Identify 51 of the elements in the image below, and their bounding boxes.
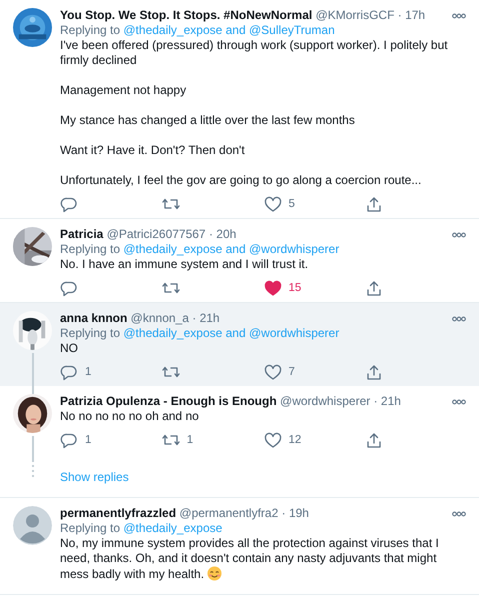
tweet-header: Patrizia Opulenza - Enough is Enough @wordwhisperer · 21h <box>60 394 402 409</box>
show-replies-link[interactable]: Show replies <box>60 470 129 485</box>
mention-link[interactable]: @thedaily_expose <box>123 242 222 256</box>
mention-link[interactable]: @thedaily_expose <box>123 326 222 340</box>
heart-icon[interactable] <box>264 196 282 212</box>
person-icon[interactable] <box>13 506 52 545</box>
heart-count: 5 <box>288 196 295 212</box>
replying-to-line: Replying to @thedaily_expose and @SulleyTruman <box>60 23 336 38</box>
share-icon[interactable] <box>365 196 384 212</box>
reply-icon[interactable] <box>60 280 78 296</box>
mention-link[interactable]: @wordwhisperer <box>249 326 340 340</box>
reply-icon[interactable] <box>60 196 78 212</box>
tweet-text: No. I have an immune system and I will trust it. <box>60 257 310 272</box>
tweet-text: No no no no no oh and no <box>60 409 200 424</box>
tweet-header: Patricia @Patrici26077567 · 20h <box>60 227 238 242</box>
mention-link[interactable]: @thedaily_expose <box>123 23 222 37</box>
share-icon[interactable] <box>365 280 384 296</box>
tweet-text: Unfortunately, I feel the gov are going to go along a coercion route... <box>60 173 422 188</box>
tweet-text: Management not happy <box>60 83 188 98</box>
mention-link[interactable]: @thedaily_expose <box>123 521 222 535</box>
tweet-header: anna knnon @knnon_a · 21h <box>60 311 221 326</box>
tweet-text: NO <box>60 341 79 356</box>
reply-icon[interactable] <box>60 432 78 448</box>
tweet-text: I've been offered (pressured) through work (support worker). I politely but firmly declined <box>60 38 449 68</box>
more-icon[interactable] <box>452 232 466 238</box>
replying-to-line: Replying to @thedaily_expose and @wordwhisperer <box>60 326 340 341</box>
more-icon[interactable] <box>452 316 466 322</box>
tweet-header: You Stop. We Stop. It Stops. #NoNewNormal @KMorrisGCF · 17h <box>60 8 426 23</box>
more-icon[interactable] <box>452 399 466 405</box>
share-icon[interactable] <box>365 364 384 380</box>
share-icon[interactable] <box>365 432 384 448</box>
heart-icon[interactable] <box>264 364 282 380</box>
tweet-text: No, my immune system provides all the protection against viruses that I need, thanks. Oh, and it doesn't contain any nasty adjuvants that might mess badly with my health. <box>60 536 440 582</box>
mention-link[interactable]: @SulleyTruman <box>249 23 335 37</box>
tweet-text: My stance has changed a little over the last few months <box>60 113 356 128</box>
heart-icon[interactable] <box>264 280 282 296</box>
replying-to-line: Replying to @thedaily_expose <box>60 521 224 536</box>
tweet-header: permanentlyfrazzled @permanentlyfra2 · 19h <box>60 506 310 521</box>
heart-count: 7 <box>288 364 295 380</box>
reply-count: 1 <box>85 432 92 448</box>
retweet-count: 1 <box>186 432 194 448</box>
tweet-text: Want it? Have it. Don't? Then don't <box>60 143 246 158</box>
replying-to-line: Replying to @thedaily_expose and @wordwhisperer <box>60 242 340 257</box>
heart-count: 12 <box>288 432 302 448</box>
more-icon[interactable] <box>452 511 466 517</box>
heart-count: 15 <box>288 280 302 296</box>
more-icon[interactable] <box>452 13 466 19</box>
mention-link[interactable]: @wordwhisperer <box>249 242 340 256</box>
reply-icon[interactable] <box>60 364 78 380</box>
heart-icon[interactable] <box>264 432 282 448</box>
reply-count: 1 <box>85 364 92 380</box>
